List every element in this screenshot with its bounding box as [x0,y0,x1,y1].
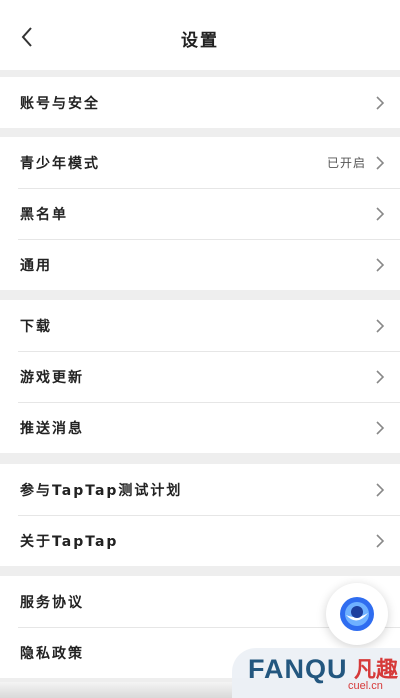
settings-item-label: 游戏更新 [20,369,84,386]
settings-item-label: 服务协议 [20,594,84,611]
chevron-right-icon [376,155,385,170]
youth-mode-status: 已开启 [326,156,366,170]
chevron-right-icon [376,533,385,548]
bottom-fade [0,682,232,698]
settings-item-download[interactable]: 下载 [0,300,400,351]
settings-item-about[interactable]: 关于TapTap [0,515,400,566]
settings-item-label: 推送消息 [20,420,84,437]
settings-item-account-security[interactable]: 账号与安全 [0,77,400,128]
settings-group-download: 下载 游戏更新 推送消息 [0,300,400,453]
watermark: FANQU 凡趣 cuel.cn [232,648,400,698]
settings-item-blacklist[interactable]: 黑名单 [0,188,400,239]
chevron-right-icon [376,369,385,384]
page-title: 设置 [181,31,219,51]
top-bar: 设置 [0,0,400,70]
settings-item-label: 通用 [20,257,52,274]
settings-group-account: 账号与安全 [0,77,400,128]
settings-item-label: 账号与安全 [20,95,100,112]
settings-item-label: 关于TapTap [20,533,119,550]
settings-item-label: 参与TapTap测试计划 [20,482,183,499]
chevron-right-icon [376,482,385,497]
floating-assistant-button[interactable] [326,583,388,645]
settings-item-label: 青少年模式 [20,155,100,172]
chevron-right-icon [376,206,385,221]
settings-item-beta-program[interactable]: 参与TapTap测试计划 [0,464,400,515]
watermark-brand: FANQU [248,654,348,684]
settings-item-label: 黑名单 [20,206,68,223]
settings-item-game-updates[interactable]: 游戏更新 [0,351,400,402]
settings-item-youth-mode[interactable]: 青少年模式 已开启 [0,137,400,188]
watermark-domain: cuel.cn [348,680,383,692]
assistant-bubble-icon [340,597,374,631]
chevron-right-icon [376,95,385,110]
settings-group-general: 青少年模式 已开启 黑名单 通用 [0,137,400,290]
chevron-right-icon [376,420,385,435]
settings-item-general[interactable]: 通用 [0,239,400,290]
chevron-right-icon [376,257,385,272]
settings-group-taptap: 参与TapTap测试计划 关于TapTap [0,464,400,566]
settings-item-label: 下载 [20,318,52,335]
settings-item-label: 隐私政策 [20,645,84,662]
chevron-right-icon [376,318,385,333]
settings-item-push-notifications[interactable]: 推送消息 [0,402,400,453]
